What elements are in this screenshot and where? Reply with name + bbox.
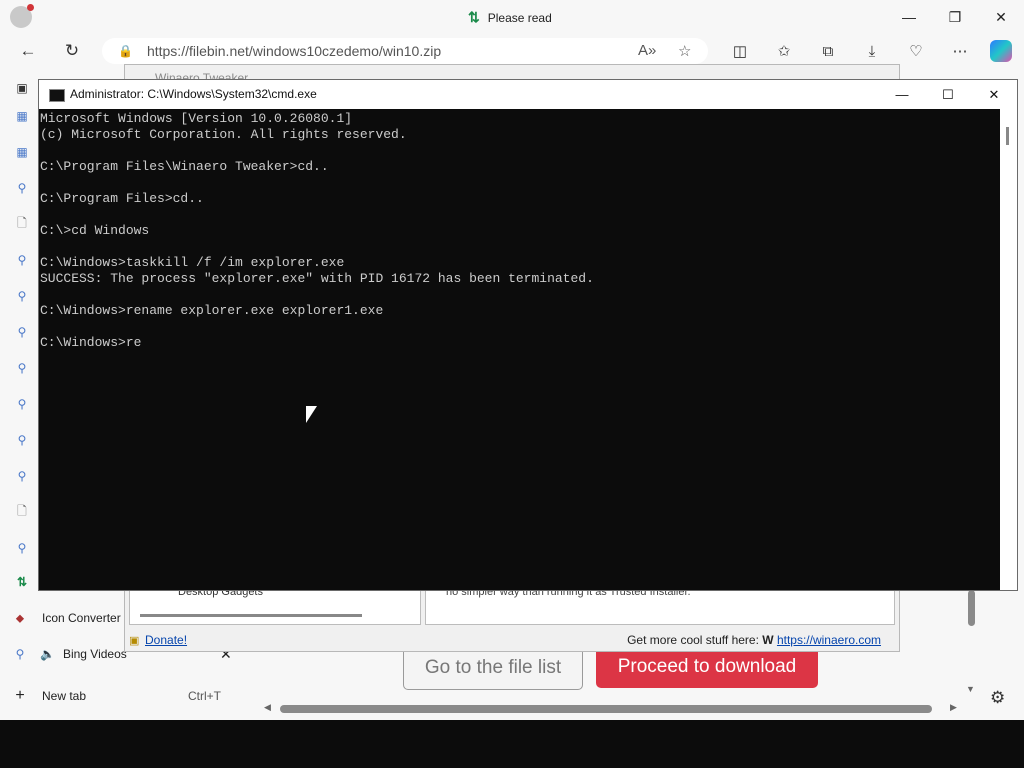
get-more-label: Get more cool stuff here: <box>627 633 759 647</box>
hscroll-thumb[interactable] <box>280 705 932 713</box>
browser-titlebar: ⇅ Please read — ❐ ✕ <box>0 0 1024 34</box>
refresh-button[interactable]: ↻ <box>59 39 85 63</box>
more-options-icon[interactable]: ⋯ <box>948 40 972 62</box>
new-tab-shortcut: Ctrl+T <box>188 689 221 703</box>
scroll-down-icon[interactable]: ▼ <box>966 684 975 694</box>
cmd-maximize-button[interactable]: ☐ <box>925 82 971 107</box>
browser-essentials-icon[interactable]: ♡ <box>904 40 928 62</box>
search-icon[interactable]: ⚲ <box>14 360 30 376</box>
profile-avatar[interactable] <box>10 4 34 28</box>
cmd-window[interactable]: Administrator: C:\Windows\System32\cmd.e… <box>38 79 1018 591</box>
favorites-icon[interactable]: ✩ <box>772 40 796 62</box>
document-icon[interactable]: 🗋 <box>14 504 30 520</box>
tab-title: Please read <box>487 10 552 25</box>
address-bar[interactable]: 🔒 https://filebin.net/windows10czedemo/w… <box>102 38 708 64</box>
search-icon[interactable]: ⚲ <box>14 468 30 484</box>
document-icon[interactable]: 🗋 <box>14 216 30 232</box>
donate-link[interactable]: Donate! <box>145 633 187 647</box>
new-tab-label: New tab <box>42 689 87 703</box>
tab-label: Icon Converter - <box>42 611 129 625</box>
minimize-button[interactable]: — <box>886 4 932 30</box>
settings-gear-icon[interactable]: ⚙ <box>990 688 1005 708</box>
tree-scrollbar[interactable] <box>140 614 362 617</box>
url-text: https://filebin.net/windows10czedemo/win… <box>146 43 442 59</box>
donate-icon: ▣ <box>129 634 140 647</box>
get-more-text: Get more cool stuff here: W https://wina… <box>627 633 881 647</box>
page-vertical-scrollbar[interactable] <box>968 590 975 626</box>
search-icon[interactable]: ⚲ <box>14 180 30 196</box>
scroll-right-icon[interactable]: ▶ <box>950 702 957 713</box>
lock-icon: 🔒 <box>118 44 133 58</box>
tab-label: Bing Videos <box>62 647 127 661</box>
winaero-logo-icon: W <box>762 633 777 647</box>
page-horizontal-scrollbar[interactable]: ◀ ▶ <box>262 702 962 716</box>
transfer-icon: ⇅ <box>468 9 480 25</box>
tab-favicon-icon[interactable]: ▦ <box>14 144 30 160</box>
back-button[interactable]: ← <box>15 39 41 63</box>
search-icon[interactable]: ⚲ <box>14 252 30 268</box>
cmd-title: Administrator: C:\Windows\System32\cmd.e… <box>70 87 317 101</box>
tab-actions-icon[interactable]: ▣ <box>14 80 30 96</box>
browser-toolbar: ← ↻ 🔒 https://filebin.net/windows10czede… <box>0 34 1024 68</box>
new-tab-button[interactable]: + New tab Ctrl+T <box>8 680 248 712</box>
transfer-icon[interactable]: ⇅ <box>14 574 30 590</box>
search-icon[interactable]: ⚲ <box>14 324 30 340</box>
cmd-scrollbar[interactable] <box>1000 109 1017 590</box>
search-icon[interactable]: ⚲ <box>14 540 30 556</box>
plus-icon: + <box>15 687 25 704</box>
cmd-minimize-button[interactable]: — <box>879 82 925 107</box>
split-screen-icon[interactable]: ◫ <box>728 40 752 62</box>
scroll-left-icon[interactable]: ◀ <box>264 702 271 713</box>
mouse-cursor-icon <box>306 406 317 423</box>
cmd-icon <box>49 89 65 102</box>
read-aloud-icon[interactable]: A» <box>638 42 656 59</box>
collections-icon[interactable]: ⧉ <box>816 40 840 62</box>
bottom-black-bar <box>0 720 1024 768</box>
converter-icon: ⬥ <box>15 610 25 625</box>
tweaker-statusbar: ▣ Donate! Get more cool stuff here: W ht… <box>125 629 899 651</box>
search-icon[interactable]: ⚲ <box>14 396 30 412</box>
cmd-scroll-thumb[interactable] <box>1006 127 1009 145</box>
close-button[interactable]: ✕ <box>978 4 1024 30</box>
tab-favicon-icon[interactable]: ▦ <box>14 108 30 124</box>
cmd-output[interactable]: Microsoft Windows [Version 10.0.26080.1]… <box>40 111 594 351</box>
search-icon[interactable]: ⚲ <box>14 288 30 304</box>
restore-button[interactable]: ❐ <box>932 4 978 30</box>
search-icon[interactable]: ⚲ <box>14 432 30 448</box>
speaker-icon: 🔈 <box>40 647 55 661</box>
favorite-star-icon[interactable]: ☆ <box>678 42 691 60</box>
proceed-to-download-button[interactable]: Proceed to download <box>596 646 818 688</box>
copilot-icon[interactable] <box>990 40 1012 62</box>
cmd-close-button[interactable]: ✕ <box>971 82 1017 107</box>
winaero-link[interactable]: https://winaero.com <box>777 633 881 647</box>
active-tab[interactable]: ⇅ Please read <box>468 9 552 26</box>
browser-window: ⇅ Please read — ❐ ✕ ← ↻ 🔒 https://filebi… <box>0 0 1024 720</box>
search-icon: ⚲ <box>15 647 25 661</box>
cmd-titlebar[interactable]: Administrator: C:\Windows\System32\cmd.e… <box>39 80 1017 109</box>
go-to-file-list-button[interactable]: Go to the file list <box>403 646 583 690</box>
downloads-icon[interactable]: ⤓ <box>860 40 884 62</box>
